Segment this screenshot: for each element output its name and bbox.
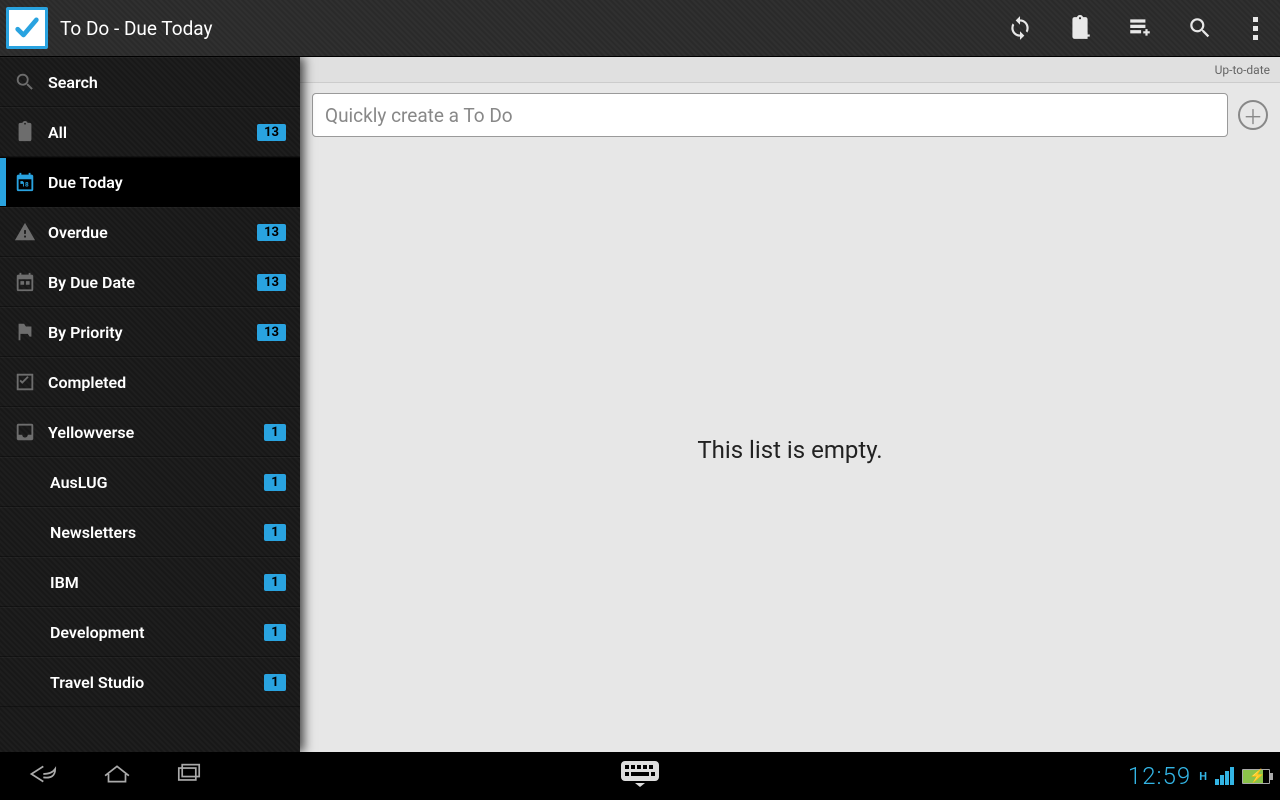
sidebar-item-due-today[interactable]: 18 Due Today (0, 157, 300, 207)
app-title: To Do - Due Today (60, 17, 212, 40)
sidebar-item-search[interactable]: Search (0, 57, 300, 107)
count-badge: 13 (257, 274, 286, 291)
count-badge: 1 (264, 624, 286, 641)
search-icon (1187, 15, 1213, 41)
sidebar-item-label: Travel Studio (50, 673, 264, 692)
sidebar-subitem-auslug[interactable]: AusLUG 1 (0, 457, 300, 507)
sidebar-item-label: Overdue (48, 223, 257, 242)
sidebar-item-label: Due Today (48, 173, 286, 192)
count-badge: 13 (257, 324, 286, 341)
new-todo-button[interactable] (1050, 0, 1110, 57)
overflow-menu-button[interactable] (1230, 17, 1280, 40)
count-badge: 1 (264, 474, 286, 491)
empty-state-text: This list is empty. (697, 436, 882, 464)
sidebar-item-overdue[interactable]: Overdue 13 (0, 207, 300, 257)
count-badge: 13 (257, 224, 286, 241)
nav-keyboard-button[interactable] (621, 761, 659, 791)
overflow-dot-icon (1253, 35, 1258, 40)
sidebar-item-label: Completed (48, 373, 286, 392)
sidebar-item-by-due-date[interactable]: By Due Date 13 (0, 257, 300, 307)
clipboard-add-icon (1067, 15, 1093, 41)
empty-state: This list is empty. (300, 147, 1280, 752)
back-icon (28, 762, 62, 786)
count-badge: 1 (264, 674, 286, 691)
svg-text:18: 18 (21, 181, 29, 189)
system-tray[interactable]: 12:59 H ⚡ (1128, 762, 1280, 790)
sync-status-text: Up-to-date (1215, 63, 1270, 77)
sidebar-item-label: By Priority (48, 323, 257, 342)
grid-calendar-icon (14, 271, 48, 293)
action-bar: To Do - Due Today (0, 0, 1280, 57)
sidebar-item-yellowverse[interactable]: Yellowverse 1 (0, 407, 300, 457)
count-badge: 13 (257, 124, 286, 141)
overflow-dot-icon (1253, 17, 1258, 22)
sync-button[interactable] (990, 0, 1050, 57)
sidebar-item-label: Yellowverse (48, 423, 264, 442)
sidebar-item-label: Search (48, 73, 286, 92)
sidebar-item-by-priority[interactable]: By Priority 13 (0, 307, 300, 357)
sidebar-item-label: AusLUG (50, 473, 264, 492)
sidebar-item-all[interactable]: All 13 (0, 107, 300, 157)
battery-icon: ⚡ (1242, 769, 1270, 784)
sidebar-item-label: By Due Date (48, 273, 257, 292)
search-icon (14, 71, 48, 93)
sidebar-item-label: IBM (50, 573, 264, 592)
app-icon[interactable] (6, 7, 48, 49)
network-type-indicator: H (1199, 770, 1207, 783)
sidebar-subitem-newsletters[interactable]: Newsletters 1 (0, 507, 300, 557)
system-navbar: 12:59 H ⚡ (0, 752, 1280, 800)
quick-add-input[interactable] (312, 93, 1228, 137)
search-button[interactable] (1170, 0, 1230, 57)
check-icon (14, 371, 48, 393)
count-badge: 1 (264, 424, 286, 441)
refresh-icon (1007, 15, 1033, 41)
quick-add-button[interactable]: ＋ (1238, 100, 1268, 130)
main-content: Up-to-date ＋ This list is empty. (300, 57, 1280, 752)
calendar-icon: 18 (14, 171, 48, 193)
sidebar: Search All 13 18 Due Today Overdue (0, 57, 300, 752)
sidebar-item-label: Newsletters (50, 523, 264, 542)
flag-icon (14, 321, 48, 343)
list-add-icon (1127, 15, 1153, 41)
sidebar-subitem-development[interactable]: Development 1 (0, 607, 300, 657)
sidebar-subitem-travel-studio[interactable]: Travel Studio 1 (0, 657, 300, 707)
quick-add-row: ＋ (300, 83, 1280, 147)
signal-icon (1215, 767, 1234, 785)
nav-back-button[interactable] (28, 762, 62, 790)
home-icon (100, 762, 134, 786)
sync-status-bar: Up-to-date (300, 57, 1280, 83)
clock: 12:59 (1128, 762, 1191, 790)
nav-home-button[interactable] (100, 762, 134, 790)
nav-recent-button[interactable] (172, 762, 206, 790)
sidebar-item-label: All (48, 123, 257, 142)
new-list-button[interactable] (1110, 0, 1170, 57)
plus-icon: ＋ (1243, 101, 1263, 130)
clipboard-icon (14, 121, 48, 143)
sidebar-subitem-ibm[interactable]: IBM 1 (0, 557, 300, 607)
count-badge: 1 (264, 524, 286, 541)
warning-icon (14, 221, 48, 243)
recent-apps-icon (172, 762, 206, 786)
overflow-dot-icon (1253, 26, 1258, 31)
count-badge: 1 (264, 574, 286, 591)
sidebar-item-label: Development (50, 623, 264, 642)
sidebar-item-completed[interactable]: Completed (0, 357, 300, 407)
inbox-icon (14, 421, 48, 443)
keyboard-icon (621, 761, 659, 787)
